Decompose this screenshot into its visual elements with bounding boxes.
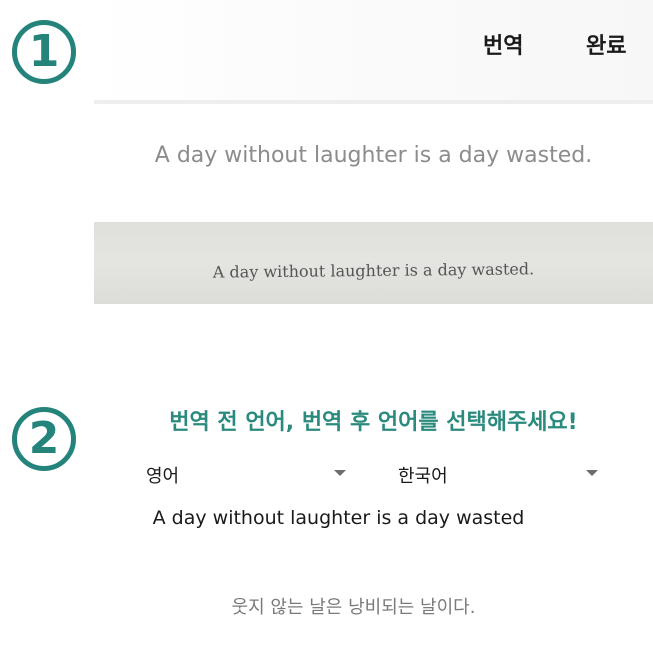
source-text: A day without laughter is a day wasted [152,507,525,529]
target-language-label: 한국어 [398,466,448,487]
top-action-bar: 번역 완료 [94,0,653,104]
translate-button[interactable]: 번역 [483,28,523,60]
translation-result: 웃지 않는 날은 낭비되는 날이다. [231,597,476,618]
captured-photo: A day without laughter is a day wasted. [94,222,653,304]
recognized-text: A day without laughter is a day wasted. [154,143,593,168]
dropdown-arrow-icon [334,470,346,476]
source-language-label: 영어 [146,466,180,487]
step-2-badge: 2 [12,407,76,471]
done-button[interactable]: 완료 [586,28,626,60]
target-language-select[interactable]: 한국어 [398,460,598,490]
photo-text: A day without laughter is a day wasted. [212,259,535,282]
language-select-title: 번역 전 언어, 번역 후 언어를 선택해주세요! [169,410,578,435]
dropdown-arrow-icon [586,470,598,476]
step-1-badge: 1 [12,20,76,84]
source-language-select[interactable]: 영어 [146,460,346,490]
